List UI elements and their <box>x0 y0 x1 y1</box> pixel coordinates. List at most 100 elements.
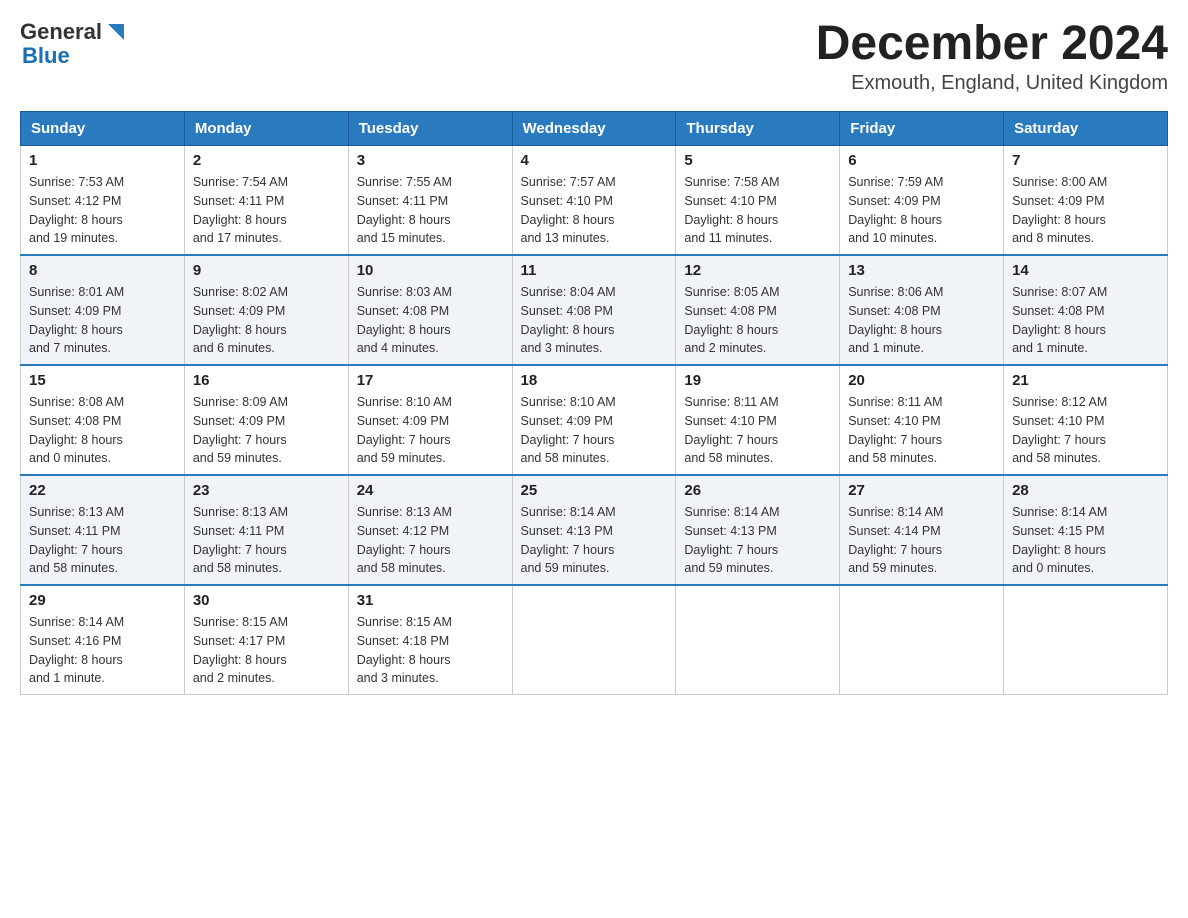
header-sunday: Sunday <box>21 112 185 146</box>
day-number: 7 <box>1012 152 1159 169</box>
day-number: 19 <box>684 372 831 389</box>
calendar-cell: 11Sunrise: 8:04 AMSunset: 4:08 PMDayligh… <box>512 255 676 365</box>
calendar-cell: 3 Sunrise: 7:55 AMSunset: 4:11 PMDaylight… <box>348 146 512 256</box>
day-number: 26 <box>684 482 831 499</box>
day-number: 16 <box>193 372 340 389</box>
day-number: 30 <box>193 592 340 609</box>
day-info: Sunrise: 8:14 AMSunset: 4:13 PMDaylight:… <box>521 503 668 578</box>
calendar-cell: 6 Sunrise: 7:59 AMSunset: 4:09 PMDaylight… <box>840 146 1004 256</box>
logo: General Blue <box>20 20 128 68</box>
day-number: 31 <box>357 592 504 609</box>
day-info: Sunrise: 8:09 AMSunset: 4:09 PMDaylight:… <box>193 393 340 468</box>
weekday-header-row: Sunday Monday Tuesday Wednesday Thursday… <box>21 112 1168 146</box>
day-info: Sunrise: 8:14 AMSunset: 4:13 PMDaylight:… <box>684 503 831 578</box>
calendar-cell: 22 Sunrise: 8:13 AMSunset: 4:11 PMDayligh… <box>21 475 185 585</box>
header-friday: Friday <box>840 112 1004 146</box>
calendar-cell: 30 Sunrise: 8:15 AMSunset: 4:17 PMDayligh… <box>184 585 348 695</box>
calendar-cell <box>840 585 1004 695</box>
day-number: 29 <box>29 592 176 609</box>
header-monday: Monday <box>184 112 348 146</box>
calendar-cell: 25 Sunrise: 8:14 AMSunset: 4:13 PMDayligh… <box>512 475 676 585</box>
day-number: 17 <box>357 372 504 389</box>
day-info: Sunrise: 8:13 AMSunset: 4:11 PMDaylight:… <box>29 503 176 578</box>
day-info: Sunrise: 8:01 AMSunset: 4:09 PMDaylight:… <box>29 283 176 358</box>
calendar-week-5: 29Sunrise: 8:14 AMSunset: 4:16 PMDayligh… <box>21 585 1168 695</box>
calendar-cell: 28 Sunrise: 8:14 AMSunset: 4:15 PMDayligh… <box>1004 475 1168 585</box>
page-header: General Blue December 2024 Exmouth, Engl… <box>20 20 1168 95</box>
day-info: Sunrise: 8:03 AMSunset: 4:08 PMDaylight:… <box>357 283 504 358</box>
day-number: 20 <box>848 372 995 389</box>
calendar-cell: 2Sunrise: 7:54 AMSunset: 4:11 PMDaylight… <box>184 146 348 256</box>
day-info: Sunrise: 7:54 AMSunset: 4:11 PMDaylight:… <box>193 173 340 248</box>
day-info: Sunrise: 8:02 AMSunset: 4:09 PMDaylight:… <box>193 283 340 358</box>
calendar-week-1: 1Sunrise: 7:53 AMSunset: 4:12 PMDaylight… <box>21 146 1168 256</box>
day-info: Sunrise: 7:59 AMSunset: 4:09 PMDaylight:… <box>848 173 995 248</box>
day-info: Sunrise: 7:55 AMSunset: 4:11 PMDaylight:… <box>357 173 504 248</box>
day-number: 21 <box>1012 372 1159 389</box>
calendar-cell: 17Sunrise: 8:10 AMSunset: 4:09 PMDayligh… <box>348 365 512 475</box>
calendar-cell: 21 Sunrise: 8:12 AMSunset: 4:10 PMDayligh… <box>1004 365 1168 475</box>
day-number: 11 <box>521 262 668 279</box>
day-number: 12 <box>684 262 831 279</box>
location-subtitle: Exmouth, England, United Kingdom <box>816 72 1168 95</box>
day-info: Sunrise: 7:53 AMSunset: 4:12 PMDaylight:… <box>29 173 176 248</box>
day-number: 24 <box>357 482 504 499</box>
calendar-title-area: December 2024 Exmouth, England, United K… <box>816 20 1168 95</box>
calendar-cell: 16 Sunrise: 8:09 AMSunset: 4:09 PMDayligh… <box>184 365 348 475</box>
day-info: Sunrise: 8:15 AMSunset: 4:18 PMDaylight:… <box>357 613 504 688</box>
day-number: 15 <box>29 372 176 389</box>
calendar-cell: 13 Sunrise: 8:06 AMSunset: 4:08 PMDayligh… <box>840 255 1004 365</box>
day-info: Sunrise: 8:08 AMSunset: 4:08 PMDaylight:… <box>29 393 176 468</box>
calendar-cell: 9 Sunrise: 8:02 AMSunset: 4:09 PMDaylight… <box>184 255 348 365</box>
calendar-cell <box>1004 585 1168 695</box>
day-number: 23 <box>193 482 340 499</box>
calendar-cell <box>676 585 840 695</box>
logo-triangle-icon <box>104 20 128 44</box>
calendar-cell: 10 Sunrise: 8:03 AMSunset: 4:08 PMDayligh… <box>348 255 512 365</box>
calendar-cell: 8 Sunrise: 8:01 AMSunset: 4:09 PMDaylight… <box>21 255 185 365</box>
calendar-cell: 19 Sunrise: 8:11 AMSunset: 4:10 PMDayligh… <box>676 365 840 475</box>
day-number: 27 <box>848 482 995 499</box>
calendar-cell: 14Sunrise: 8:07 AMSunset: 4:08 PMDayligh… <box>1004 255 1168 365</box>
day-info: Sunrise: 8:11 AMSunset: 4:10 PMDaylight:… <box>848 393 995 468</box>
calendar-cell: 18 Sunrise: 8:10 AMSunset: 4:09 PMDayligh… <box>512 365 676 475</box>
day-info: Sunrise: 8:11 AMSunset: 4:10 PMDaylight:… <box>684 393 831 468</box>
day-info: Sunrise: 8:06 AMSunset: 4:08 PMDaylight:… <box>848 283 995 358</box>
day-number: 28 <box>1012 482 1159 499</box>
calendar-cell: 29Sunrise: 8:14 AMSunset: 4:16 PMDayligh… <box>21 585 185 695</box>
day-info: Sunrise: 8:15 AMSunset: 4:17 PMDaylight:… <box>193 613 340 688</box>
day-number: 10 <box>357 262 504 279</box>
day-number: 8 <box>29 262 176 279</box>
calendar-cell: 4 Sunrise: 7:57 AMSunset: 4:10 PMDaylight… <box>512 146 676 256</box>
calendar-cell: 5Sunrise: 7:58 AMSunset: 4:10 PMDaylight… <box>676 146 840 256</box>
header-thursday: Thursday <box>676 112 840 146</box>
header-wednesday: Wednesday <box>512 112 676 146</box>
calendar-cell: 7 Sunrise: 8:00 AMSunset: 4:09 PMDaylight… <box>1004 146 1168 256</box>
calendar-cell: 20 Sunrise: 8:11 AMSunset: 4:10 PMDayligh… <box>840 365 1004 475</box>
day-number: 4 <box>521 152 668 169</box>
calendar-cell <box>512 585 676 695</box>
logo-text-blue: Blue <box>22 43 70 68</box>
day-info: Sunrise: 7:57 AMSunset: 4:10 PMDaylight:… <box>521 173 668 248</box>
header-saturday: Saturday <box>1004 112 1168 146</box>
calendar-cell: 24Sunrise: 8:13 AMSunset: 4:12 PMDayligh… <box>348 475 512 585</box>
day-number: 18 <box>521 372 668 389</box>
day-number: 13 <box>848 262 995 279</box>
day-number: 9 <box>193 262 340 279</box>
calendar-cell: 27Sunrise: 8:14 AMSunset: 4:14 PMDayligh… <box>840 475 1004 585</box>
day-number: 22 <box>29 482 176 499</box>
day-number: 6 <box>848 152 995 169</box>
day-info: Sunrise: 8:00 AMSunset: 4:09 PMDaylight:… <box>1012 173 1159 248</box>
day-number: 5 <box>684 152 831 169</box>
calendar-week-4: 22 Sunrise: 8:13 AMSunset: 4:11 PMDayligh… <box>21 475 1168 585</box>
day-number: 14 <box>1012 262 1159 279</box>
calendar-cell: 31 Sunrise: 8:15 AMSunset: 4:18 PMDayligh… <box>348 585 512 695</box>
day-info: Sunrise: 8:10 AMSunset: 4:09 PMDaylight:… <box>521 393 668 468</box>
day-number: 25 <box>521 482 668 499</box>
calendar-table: Sunday Monday Tuesday Wednesday Thursday… <box>20 111 1168 695</box>
day-info: Sunrise: 8:12 AMSunset: 4:10 PMDaylight:… <box>1012 393 1159 468</box>
calendar-cell: 15 Sunrise: 8:08 AMSunset: 4:08 PMDayligh… <box>21 365 185 475</box>
day-info: Sunrise: 8:05 AMSunset: 4:08 PMDaylight:… <box>684 283 831 358</box>
day-info: Sunrise: 8:14 AMSunset: 4:15 PMDaylight:… <box>1012 503 1159 578</box>
day-number: 3 <box>357 152 504 169</box>
